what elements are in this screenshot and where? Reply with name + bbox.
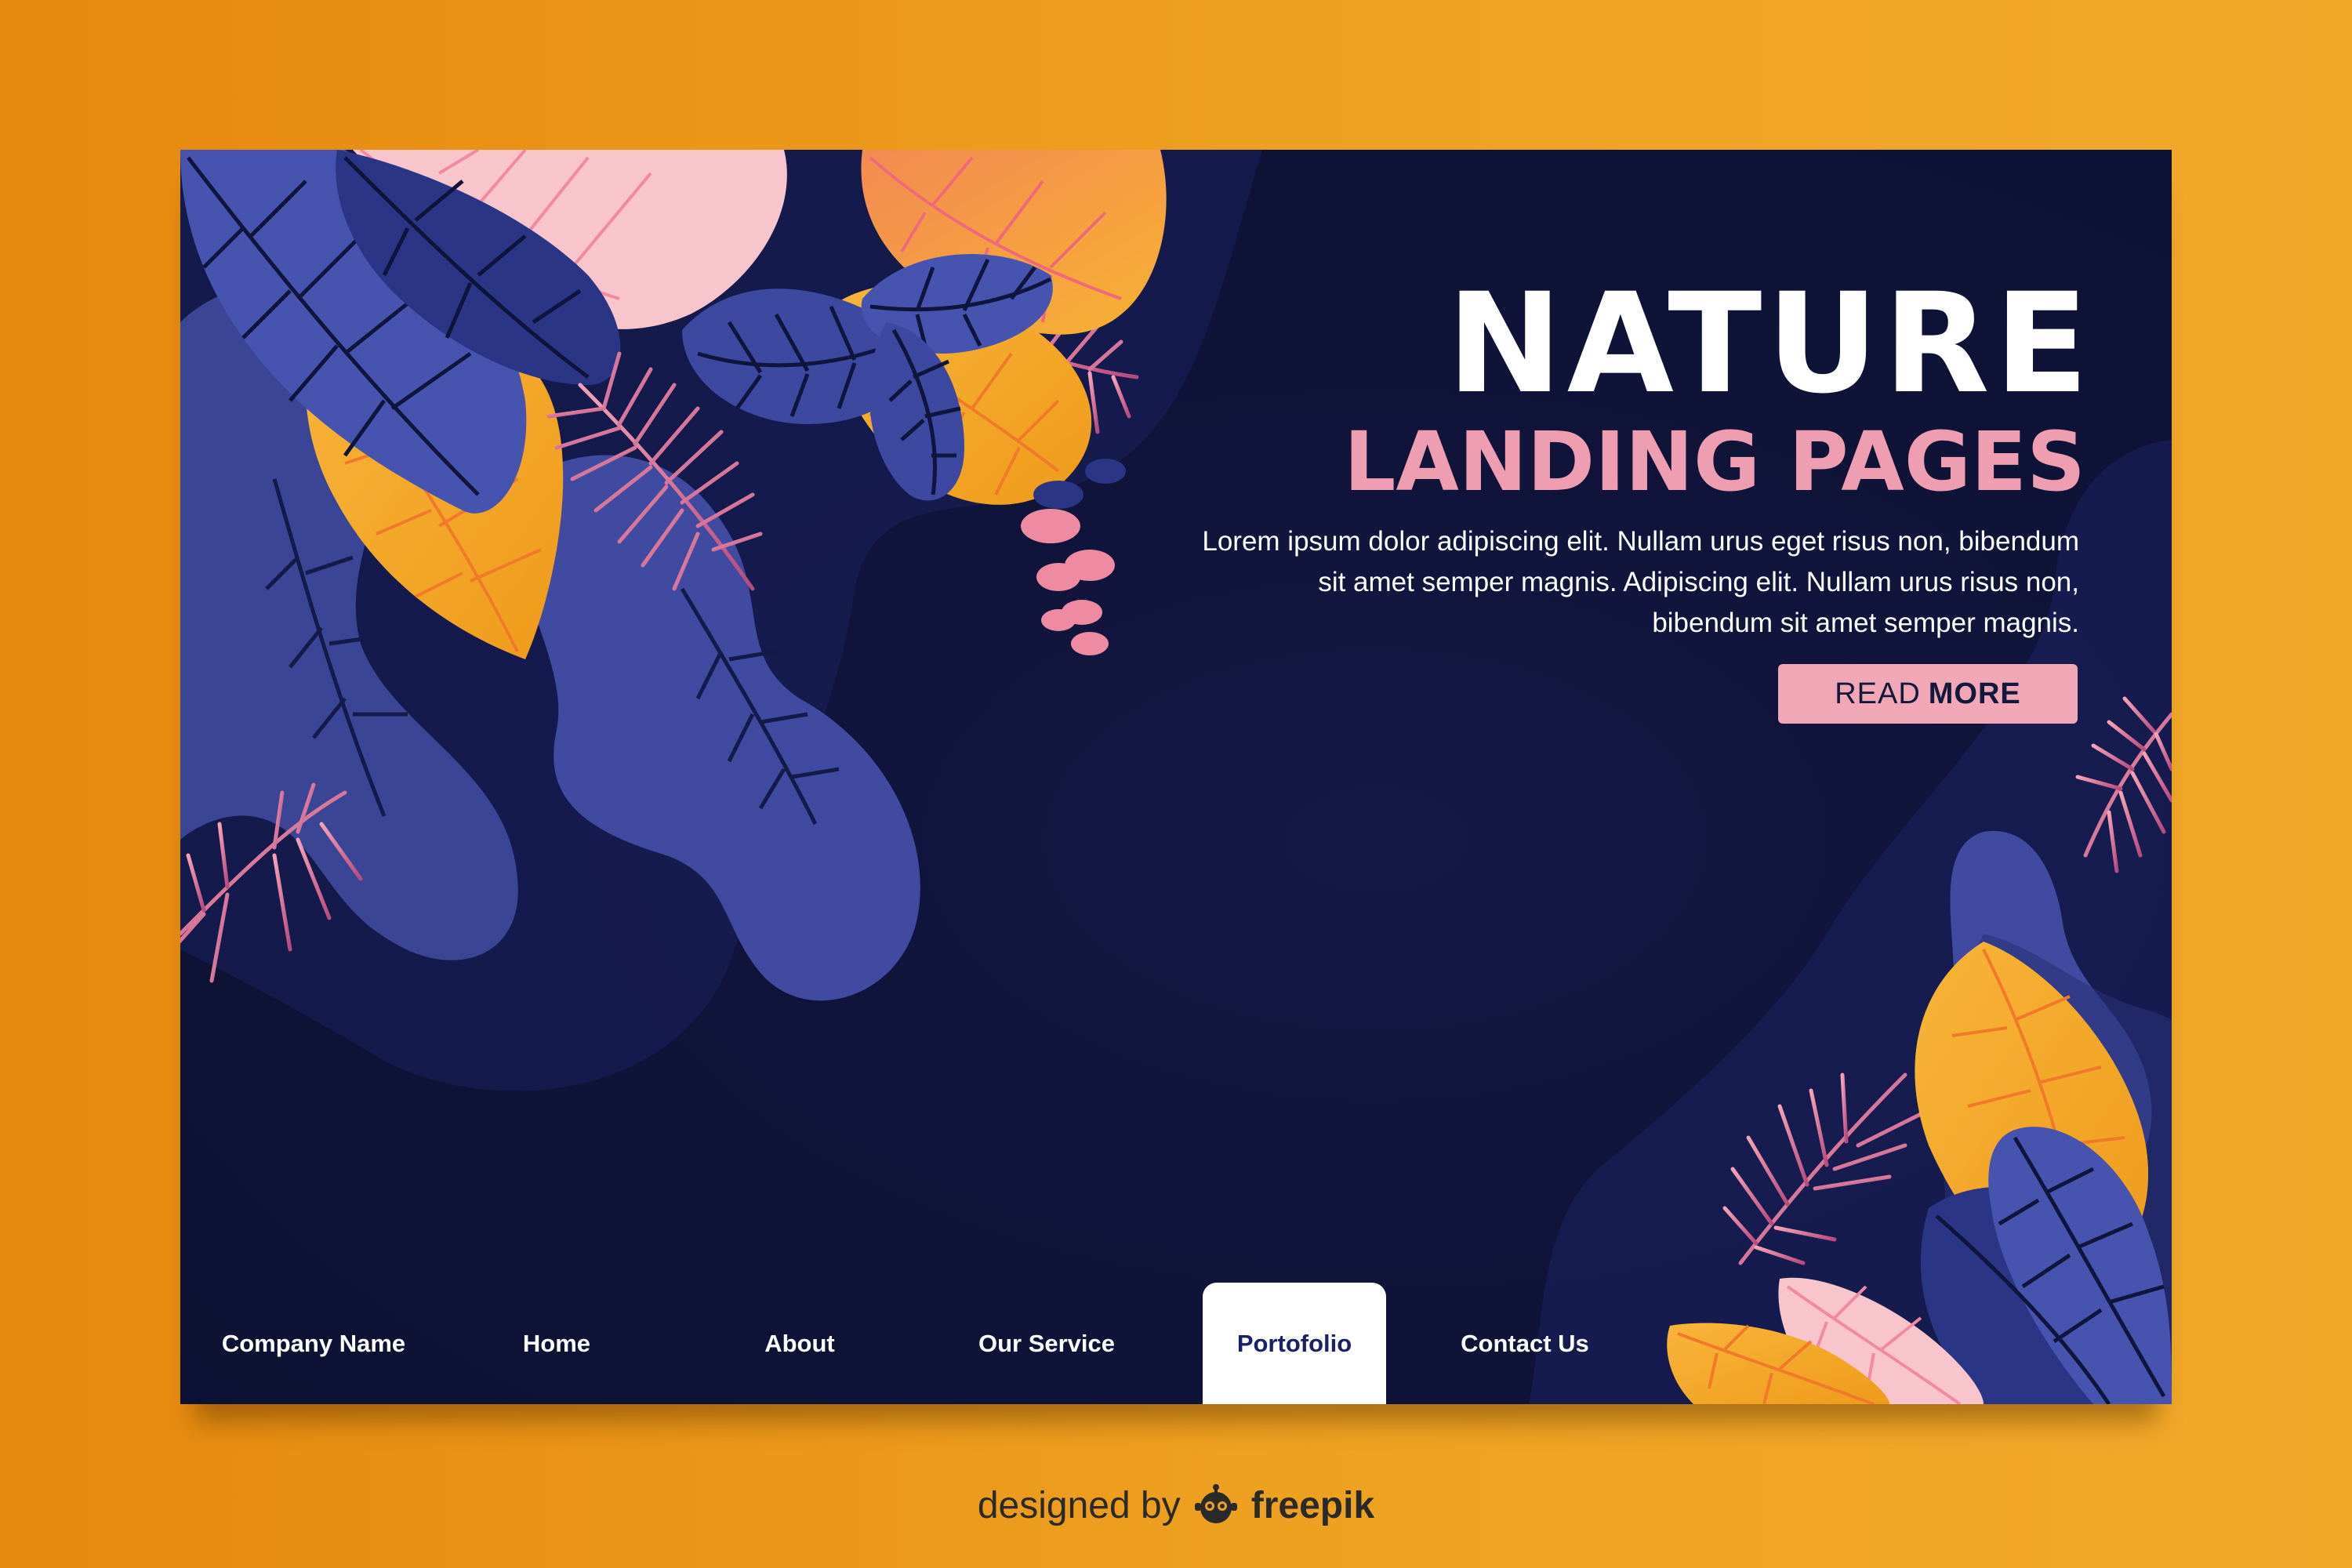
credit-prefix: designed by [977,1484,1181,1526]
landing-page-mockup: NATURE LANDING PAGES Lorem ipsum dolor a… [180,150,2172,1404]
footer-nav: Company Name Home About Our Service Port… [180,1283,2172,1404]
nav-contact-us[interactable]: Contact Us [1435,1283,1615,1404]
nav-portofolio[interactable]: Portofolio [1203,1283,1386,1404]
hero-subtitle: LANDING PAGES [1344,414,2085,510]
read-more-button[interactable]: READ MORE [1778,664,2078,724]
freepik-robot-logo-icon [1194,1484,1237,1523]
nav-company-name[interactable]: Company Name [212,1283,416,1404]
read-more-label-light: READ [1835,677,1921,710]
hero-description: Lorem ipsum dolor adipiscing elit. Nulla… [1202,526,2079,638]
nav-home[interactable]: Home [478,1283,635,1404]
nav-about[interactable]: About [721,1283,878,1404]
hero-title: NATURE [1446,263,2093,424]
nav-our-service[interactable]: Our Service [956,1283,1137,1404]
read-more-label-bold: MORE [1928,677,2021,710]
pink-berries [1021,509,1115,655]
credit-brand: freepik [1250,1484,1375,1526]
designer-credit: designed by freepik [0,1474,2352,1537]
